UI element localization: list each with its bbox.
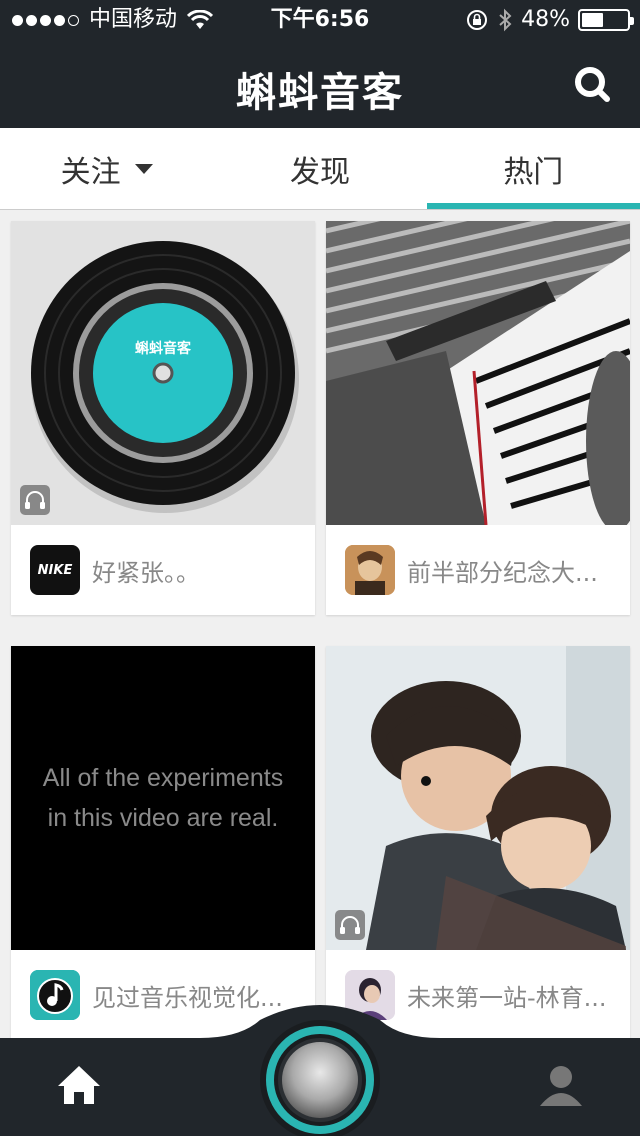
feed-card[interactable]: All of the experiments in this video are… — [11, 646, 315, 1040]
audio-badge — [335, 910, 365, 940]
feed-card[interactable]: 蝌蚪音客 NIKE 好紧张。。 — [11, 221, 315, 615]
piano-thumbnail — [326, 221, 630, 525]
card-title: 前半部分纪念大... — [407, 558, 598, 587]
avatar[interactable]: NIKE — [30, 545, 80, 595]
headphones-icon — [340, 916, 360, 934]
record-label-text: 蝌蚪音客 — [135, 340, 192, 357]
battery-icon — [578, 9, 634, 31]
profile-icon[interactable] — [536, 1060, 586, 1110]
vinyl-record-icon: 蝌蚪音客 — [31, 241, 299, 513]
player-knob-button[interactable] — [258, 1018, 382, 1136]
portrait-avatar-icon — [345, 545, 395, 595]
nike-logo: NIKE — [37, 562, 73, 578]
tab-bar: 关注 发现 热门 — [0, 128, 640, 210]
active-tab-indicator — [426, 203, 640, 209]
app-header: 中国移动 下午6:56 48% 蝌蚪音客 — [0, 0, 640, 128]
vinyl-thumbnail: 蝌蚪音客 — [11, 221, 315, 525]
home-icon[interactable] — [54, 1060, 104, 1110]
video-caption-line2: in this video are real. — [47, 804, 279, 832]
feed-card[interactable]: 前半部分纪念大... — [326, 221, 630, 615]
feed-card[interactable]: 未来第一站-林育... — [326, 646, 630, 1040]
tab-discover-label: 发现 — [289, 154, 350, 190]
player-knob-icon — [260, 1020, 380, 1136]
rotation-lock-icon — [467, 10, 488, 30]
video-caption-line1: All of the experiments — [42, 764, 284, 792]
headphones-icon — [25, 491, 45, 509]
card-meta: 前半部分纪念大... — [326, 525, 630, 615]
video-thumbnail: All of the experiments in this video are… — [11, 646, 315, 950]
feed-grid: 蝌蚪音客 NIKE 好紧张。。 前半部分纪念大... All of the ex… — [0, 210, 640, 1040]
piano-image — [326, 221, 630, 525]
chevron-down-icon — [134, 163, 153, 174]
tab-popular-label: 热门 — [503, 154, 564, 190]
card-meta: NIKE 好紧张。。 — [11, 525, 315, 615]
two-people-photo — [326, 646, 630, 950]
card-title: 好紧张。。 — [92, 558, 200, 587]
avatar[interactable] — [345, 545, 395, 595]
tab-following-label: 关注 — [60, 154, 121, 190]
photo-thumbnail — [326, 646, 630, 950]
bluetooth-icon — [499, 8, 512, 32]
tab-following[interactable]: 关注 — [0, 128, 213, 209]
app-title: 蝌蚪音客 — [236, 70, 404, 116]
battery-percent: 48% — [521, 7, 570, 32]
tab-discover[interactable]: 发现 — [213, 128, 426, 209]
status-bar: 中国移动 下午6:56 48% — [0, 0, 640, 40]
nav-bar: 蝌蚪音客 — [0, 40, 640, 128]
tab-popular[interactable]: 热门 — [426, 128, 640, 209]
search-icon[interactable] — [572, 64, 612, 104]
audio-badge — [20, 485, 50, 515]
battery-fill — [582, 13, 604, 27]
